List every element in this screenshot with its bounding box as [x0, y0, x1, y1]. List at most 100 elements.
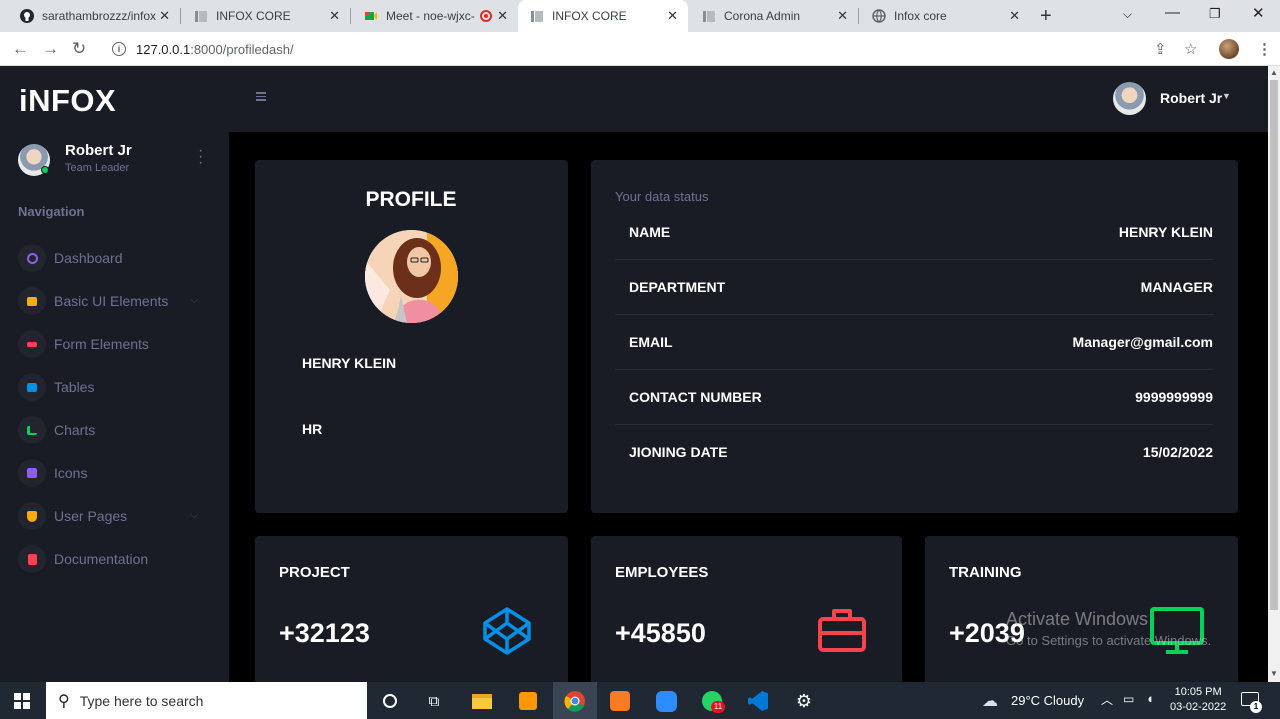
- data-row-key: EMAIL: [629, 334, 673, 350]
- chevron-up-icon[interactable]: ︿: [1101, 691, 1113, 708]
- sidebar-item-form-elements[interactable]: Form Elements: [18, 329, 208, 359]
- back-arrow-icon[interactable]: ←: [12, 39, 29, 59]
- new-tab-button[interactable]: +: [1040, 5, 1052, 28]
- tab-search-icon[interactable]: ⌵: [1123, 7, 1132, 22]
- sidebar-item-dashboard[interactable]: Dashboard: [18, 243, 208, 273]
- more-vertical-icon[interactable]: · · ·: [198, 143, 203, 171]
- browser-tab[interactable]: Corona Admin ✕: [690, 0, 858, 32]
- brand-logo[interactable]: iNFOX: [19, 83, 116, 119]
- browser-tab[interactable]: INFOX CORE ✕: [182, 0, 350, 32]
- volume-icon[interactable]: ◖: [1146, 691, 1154, 706]
- reload-icon[interactable]: ↻: [72, 39, 86, 59]
- data-row: NAME HENRY KLEIN: [615, 205, 1213, 260]
- forward-arrow-icon[interactable]: →: [42, 39, 59, 59]
- sublime-text-icon[interactable]: [515, 688, 541, 714]
- browser-tab[interactable]: sarathambrozzz/infox ✕: [8, 0, 180, 32]
- speedometer-icon: [18, 244, 46, 272]
- chrome-icon[interactable]: [553, 682, 597, 719]
- online-status-dot: [41, 166, 49, 174]
- browser-tab[interactable]: Infox core ✕: [860, 0, 1030, 32]
- stat-label: TRAINING: [949, 564, 1022, 581]
- sidebar-item-basic-ui[interactable]: Basic UI Elements ⌵: [18, 286, 208, 316]
- kebab-menu-icon[interactable]: ⋮: [1257, 40, 1272, 58]
- sidebar-item-label: Tables: [54, 379, 95, 395]
- task-view-icon[interactable]: ⧉: [421, 688, 447, 714]
- watermark-title: Activate Windows: [1006, 609, 1149, 629]
- whatsapp-icon[interactable]: 11: [699, 688, 725, 714]
- security-icon: [18, 502, 46, 530]
- activation-watermark: Activate Windows Go to Settings to activ…: [1006, 609, 1211, 648]
- sidebar-item-label: User Pages: [54, 508, 128, 524]
- profile-department: HR: [302, 421, 323, 437]
- data-status-card: Your data status NAME HENRY KLEIN DEPART…: [591, 160, 1238, 513]
- data-row: DEPARTMENT MANAGER: [615, 260, 1213, 315]
- sidebar-item-label: Charts: [54, 422, 96, 438]
- menu-icon[interactable]: [256, 92, 266, 103]
- close-icon[interactable]: ✕: [497, 9, 508, 23]
- file-document-icon: [18, 545, 46, 573]
- sidebar-item-icons[interactable]: Icons: [18, 458, 208, 488]
- sidebar-item-documentation[interactable]: Documentation: [18, 544, 208, 574]
- tab-title: Meet - noe-wjxc-: [386, 9, 475, 23]
- cloud-icon[interactable]: ☁: [982, 691, 998, 711]
- windows-taskbar: ⚲ Type here to search ⧉ 11 ⚙ ☁ 29°C Clou…: [0, 682, 1280, 719]
- data-row-value: HENRY KLEIN: [1118, 224, 1213, 240]
- profile-name: HENRY KLEIN: [302, 355, 397, 371]
- sidebar-item-tables[interactable]: Tables: [18, 372, 208, 402]
- laptop-icon: [18, 287, 46, 315]
- sidebar-item-label: Icons: [54, 465, 88, 481]
- system-clock[interactable]: 10:05 PM 03-02-2022: [1170, 685, 1226, 715]
- scroll-down-arrow-icon[interactable]: ▼: [1270, 669, 1278, 678]
- sidebar-item-user-pages[interactable]: User Pages ⌵: [18, 501, 208, 531]
- taskbar-search-input[interactable]: ⚲ Type here to search: [46, 682, 367, 719]
- sidebar-item-charts[interactable]: Charts: [18, 415, 208, 445]
- caret-down-icon[interactable]: ▼: [1222, 91, 1231, 101]
- stat-card-employees: EMPLOYEES +45850: [591, 536, 902, 682]
- stat-card-project: PROJECT +32123: [255, 536, 568, 682]
- data-row: CONTACT NUMBER 9999999999: [615, 370, 1213, 425]
- network-icon[interactable]: ▭: [1123, 692, 1134, 706]
- scroll-up-arrow-icon[interactable]: ▲: [1270, 68, 1278, 77]
- close-icon[interactable]: ✕: [329, 9, 340, 23]
- globe-icon: [872, 9, 886, 23]
- browser-tab-active[interactable]: INFOX CORE ✕: [518, 0, 688, 32]
- chart-bar-icon: [18, 416, 46, 444]
- bookmark-star-icon[interactable]: ☆: [1184, 40, 1197, 58]
- close-window-button[interactable]: ✕: [1252, 4, 1265, 22]
- scrollbar-thumb[interactable]: [1270, 80, 1278, 610]
- weather-text[interactable]: 29°C Cloudy: [1011, 693, 1084, 708]
- windows-start-icon[interactable]: [14, 693, 30, 709]
- page-scrollbar[interactable]: ▲ ▼: [1268, 66, 1280, 682]
- search-placeholder: Type here to search: [79, 692, 204, 709]
- table-icon: [18, 373, 46, 401]
- avatar[interactable]: [1113, 82, 1146, 115]
- vscode-icon[interactable]: [745, 688, 771, 714]
- close-icon[interactable]: ✕: [1009, 9, 1020, 23]
- cortana-icon[interactable]: [377, 688, 403, 714]
- xampp-icon[interactable]: [607, 688, 633, 714]
- info-icon[interactable]: i: [112, 42, 126, 56]
- url-host: 127.0.0.1: [136, 41, 191, 57]
- file-explorer-icon[interactable]: [469, 688, 495, 714]
- close-icon[interactable]: ✕: [159, 9, 170, 23]
- url-field[interactable]: i 127.0.0.1:8000/profiledash/: [102, 36, 1210, 62]
- data-row-key: JIONING DATE: [629, 444, 728, 460]
- browser-tab[interactable]: Meet - noe-wjxc- ✕: [352, 0, 518, 32]
- sidebar: iNFOX Robert Jr Team Leader · · · Navigati…: [0, 66, 229, 682]
- briefcase-icon: [817, 606, 867, 659]
- close-icon[interactable]: ✕: [837, 9, 848, 23]
- settings-gear-icon[interactable]: ⚙: [791, 688, 817, 714]
- sidebar-item-label: Form Elements: [54, 336, 149, 352]
- zoom-icon[interactable]: [653, 688, 679, 714]
- profile-card: PROFILE HENRY KLEIN HR: [255, 160, 568, 513]
- address-bar: ← → ↻ i 127.0.0.1:8000/profiledash/ ⇪ ☆ …: [0, 32, 1280, 66]
- url-path: :8000/profiledash/: [190, 41, 294, 57]
- browser-tab-bar: sarathambrozzz/infox ✕ INFOX CORE ✕ Meet…: [0, 0, 1280, 32]
- close-icon[interactable]: ✕: [667, 9, 678, 23]
- minimize-button[interactable]: —: [1165, 4, 1180, 21]
- nav-caption: Navigation: [18, 204, 85, 219]
- share-icon[interactable]: ⇪: [1154, 40, 1167, 58]
- maximize-button[interactable]: ❐: [1209, 6, 1221, 22]
- profile-avatar[interactable]: [1219, 39, 1239, 59]
- navbar-user-name[interactable]: Robert Jr: [1160, 90, 1222, 106]
